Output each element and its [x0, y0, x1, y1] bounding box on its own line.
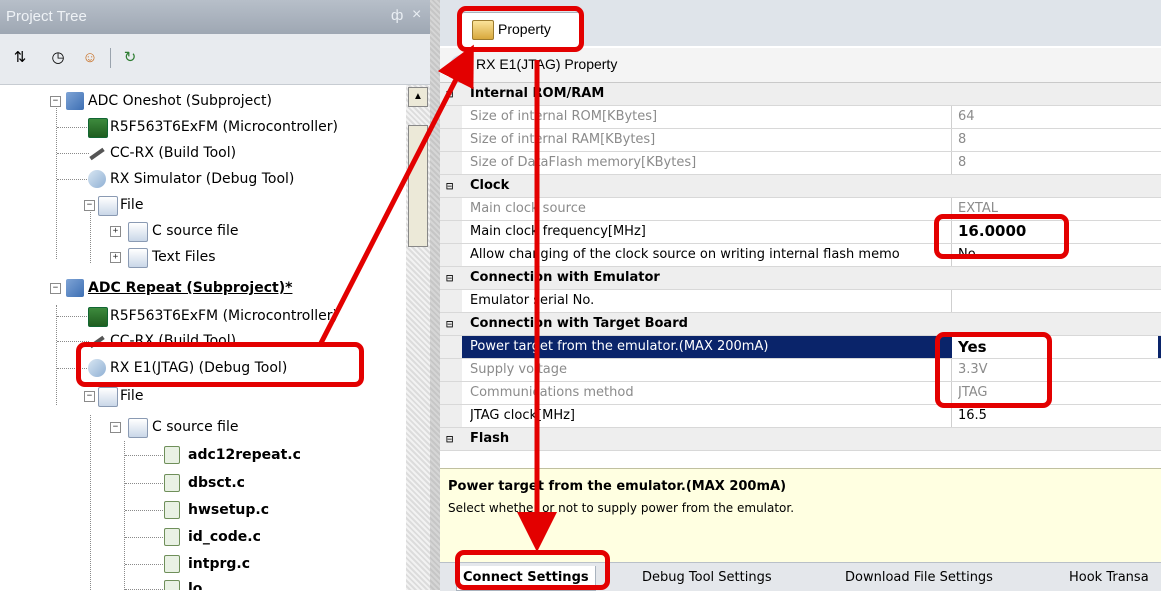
annotation-arrows: [317, 44, 557, 552]
arrow-to-property-tab: [317, 44, 474, 347]
